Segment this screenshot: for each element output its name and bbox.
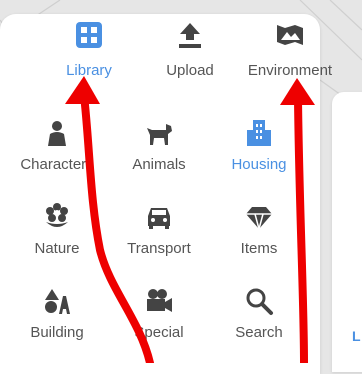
tab-library-label: Library [66, 62, 112, 79]
library-grid-icon [76, 22, 102, 48]
camera-icon [147, 289, 172, 312]
tab-upload[interactable]: Upload [140, 20, 240, 79]
tab-environment[interactable]: Environment [240, 20, 340, 79]
buildings-icon [247, 120, 271, 146]
upload-icon [179, 23, 201, 48]
category-search-label: Search [235, 324, 283, 341]
category-items-label: Items [240, 240, 278, 257]
category-search[interactable]: Search [209, 286, 309, 341]
category-housing-label: Housing [231, 156, 287, 173]
tab-library[interactable]: Library [39, 20, 139, 79]
category-building[interactable]: Building [7, 286, 107, 341]
category-animals[interactable]: Animals [109, 118, 209, 173]
category-building-label: Building [30, 324, 84, 341]
category-transport[interactable]: Transport [109, 202, 209, 257]
category-items[interactable]: Items [209, 202, 309, 257]
environment-icon [277, 25, 303, 45]
flower-icon [46, 203, 68, 227]
category-characters[interactable]: Characters [7, 118, 107, 173]
category-transport-label: Transport [127, 240, 191, 257]
category-animals-label: Animals [132, 156, 186, 173]
person-icon [48, 121, 66, 146]
tab-upload-label: Upload [166, 62, 214, 79]
dog-icon [147, 124, 172, 145]
category-housing[interactable]: Housing [209, 118, 309, 173]
search-icon [246, 288, 273, 315]
category-special[interactable]: Special [109, 286, 209, 341]
category-special-label: Special [134, 324, 184, 341]
category-nature-label: Nature [34, 240, 80, 257]
car-icon [148, 208, 170, 229]
tab-environment-label: Environment [247, 62, 333, 79]
side-panel-label-fragment: L [352, 328, 361, 344]
category-nature[interactable]: Nature [7, 202, 107, 257]
category-characters-label: Characters [20, 156, 94, 173]
shapes-icon [45, 289, 70, 314]
diamond-icon [246, 207, 272, 232]
